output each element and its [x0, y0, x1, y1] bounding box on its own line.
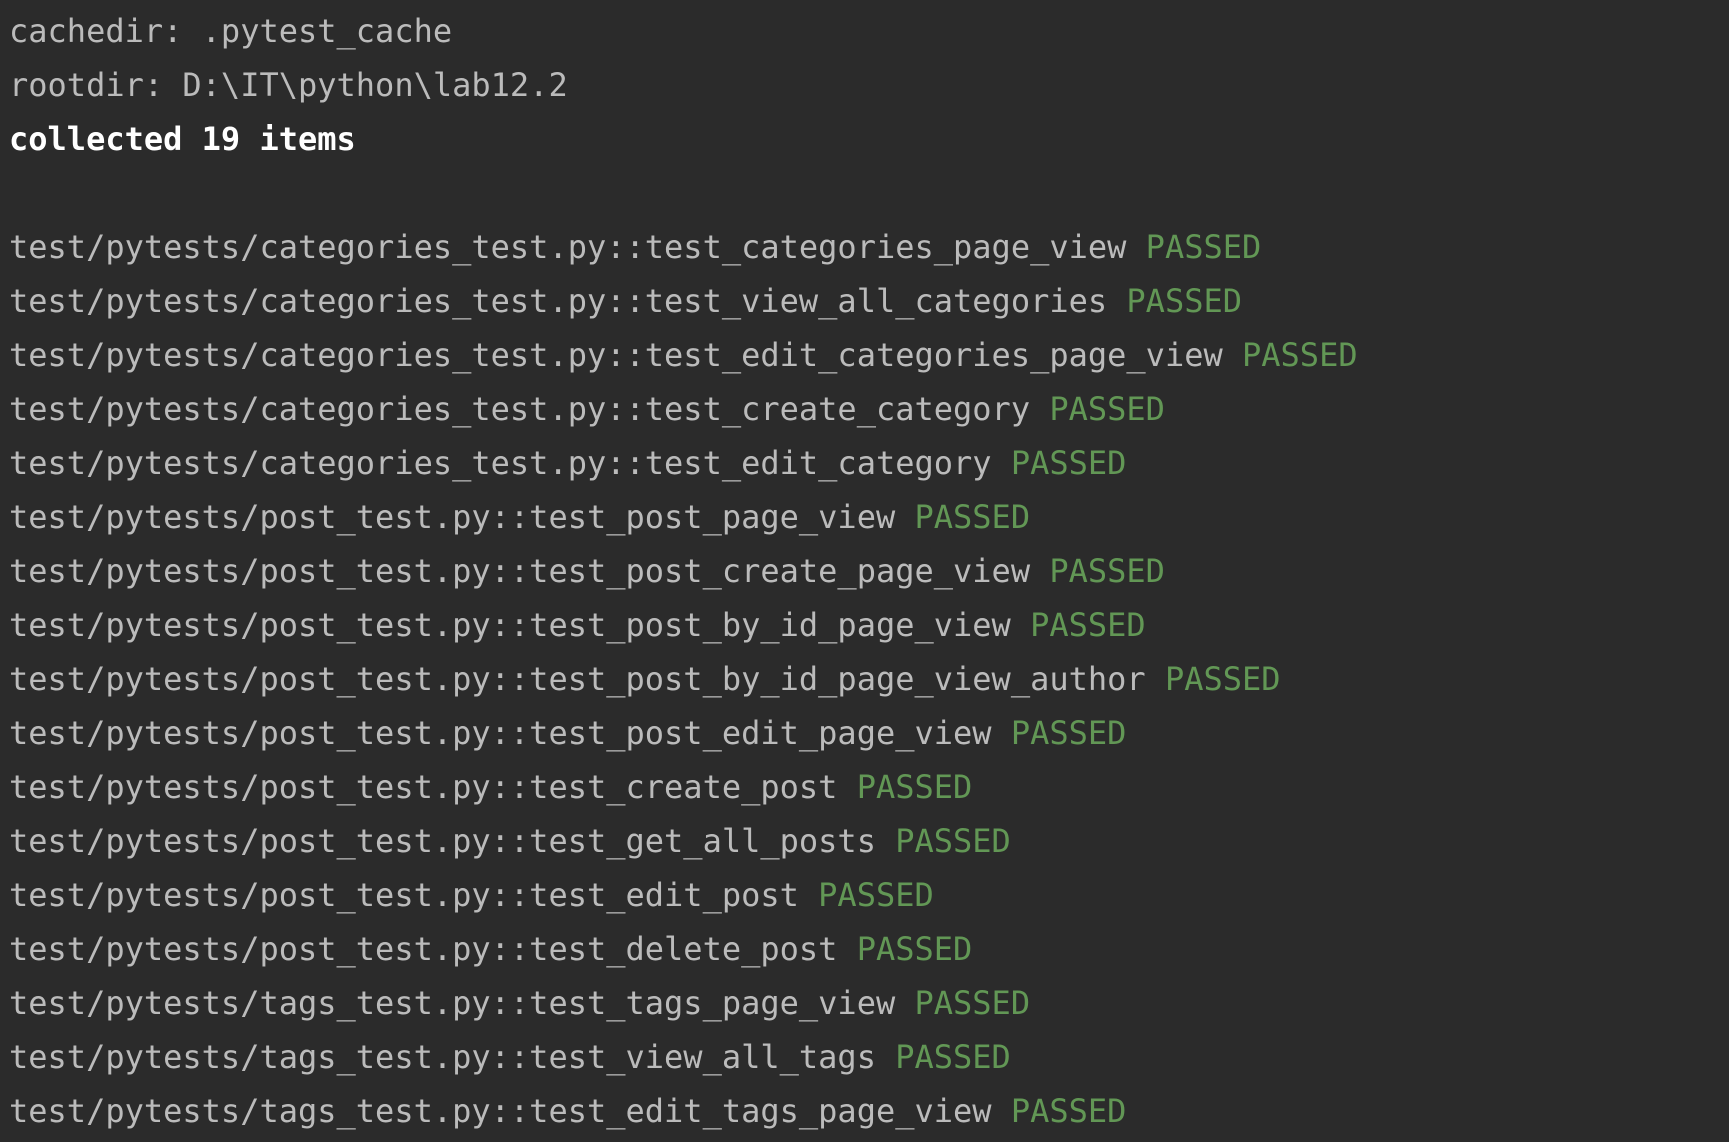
- test-result-line: test/pytests/categories_test.py::test_vi…: [9, 274, 1242, 328]
- test-status: PASSED: [1030, 606, 1146, 644]
- test-name: test/pytests/post_test.py::test_post_by_…: [9, 606, 1011, 644]
- test-status: PASSED: [1010, 1092, 1127, 1130]
- test-status: PASSED: [1126, 282, 1242, 320]
- test-status: PASSED: [856, 768, 973, 806]
- test-result-line: test/pytests/categories_test.py::test_cr…: [9, 382, 1165, 436]
- test-result-line: test/pytests/post_test.py::test_delete_p…: [9, 922, 972, 976]
- test-status: PASSED: [895, 1038, 1011, 1076]
- test-name: test/pytests/post_test.py::test_post_pag…: [9, 498, 896, 536]
- test-status: PASSED: [1164, 660, 1281, 698]
- test-name: test/pytests/post_test.py::test_get_all_…: [9, 822, 876, 860]
- test-result-line: test/pytests/post_test.py::test_post_edi…: [9, 706, 1126, 760]
- test-status: PASSED: [895, 822, 1011, 860]
- collected-line: collected 19 items: [9, 120, 356, 158]
- test-name: test/pytests/categories_test.py::test_ed…: [9, 444, 992, 482]
- test-name: test/pytests/post_test.py::test_post_by_…: [9, 660, 1146, 698]
- test-name: test/pytests/tags_test.py::test_view_all…: [9, 1038, 876, 1076]
- test-result-line: test/pytests/post_test.py::test_create_p…: [9, 760, 972, 814]
- test-result-line: test/pytests/post_test.py::test_get_all_…: [9, 814, 1011, 868]
- test-result-line: test/pytests/tags_test.py::test_view_all…: [9, 1030, 1011, 1084]
- test-status: PASSED: [1010, 444, 1127, 482]
- test-status: PASSED: [1049, 552, 1165, 590]
- test-status: PASSED: [1242, 336, 1358, 374]
- test-result-line: test/pytests/categories_test.py::test_ca…: [9, 220, 1261, 274]
- test-name: test/pytests/tags_test.py::test_edit_tag…: [9, 1092, 992, 1130]
- rootdir-line: rootdir: D:\IT\python\lab12.2: [9, 66, 568, 104]
- terminal-output: cachedir: .pytest_cache rootdir: D:\IT\p…: [0, 0, 1729, 1142]
- test-result-line: test/pytests/post_test.py::test_post_by_…: [9, 598, 1146, 652]
- test-result-line: test/pytests/categories_test.py::test_ed…: [9, 436, 1126, 490]
- test-status: PASSED: [1145, 228, 1262, 266]
- test-status: PASSED: [914, 984, 1031, 1022]
- test-status: PASSED: [914, 498, 1031, 536]
- test-result-line: test/pytests/tags_test.py::test_edit_tag…: [9, 1084, 1126, 1138]
- test-name: test/pytests/post_test.py::test_edit_pos…: [9, 876, 799, 914]
- test-name: test/pytests/categories_test.py::test_ca…: [9, 228, 1127, 266]
- test-name: test/pytests/categories_test.py::test_ed…: [9, 336, 1223, 374]
- test-name: test/pytests/post_test.py::test_post_edi…: [9, 714, 992, 752]
- test-status: PASSED: [1049, 390, 1165, 428]
- test-result-line: test/pytests/post_test.py::test_post_pag…: [9, 490, 1030, 544]
- test-status: PASSED: [1010, 714, 1127, 752]
- test-name: test/pytests/categories_test.py::test_cr…: [9, 390, 1031, 428]
- test-result-line: test/pytests/tags_test.py::test_tags_pag…: [9, 976, 1030, 1030]
- test-result-line: test/pytests/post_test.py::test_post_by_…: [9, 652, 1281, 706]
- test-name: test/pytests/tags_test.py::test_tags_pag…: [9, 984, 896, 1022]
- cachedir-line: cachedir: .pytest_cache: [9, 12, 453, 50]
- test-result-line: test/pytests/categories_test.py::test_ed…: [9, 328, 1358, 382]
- test-name: test/pytests/post_test.py::test_post_cre…: [9, 552, 1031, 590]
- test-result-line: test/pytests/post_test.py::test_post_cre…: [9, 544, 1165, 598]
- test-name: test/pytests/post_test.py::test_delete_p…: [9, 930, 838, 968]
- test-name: test/pytests/categories_test.py::test_vi…: [9, 282, 1108, 320]
- test-status: PASSED: [856, 930, 973, 968]
- test-name: test/pytests/post_test.py::test_create_p…: [9, 768, 838, 806]
- test-result-line: test/pytests/post_test.py::test_edit_pos…: [9, 868, 934, 922]
- test-status: PASSED: [818, 876, 934, 914]
